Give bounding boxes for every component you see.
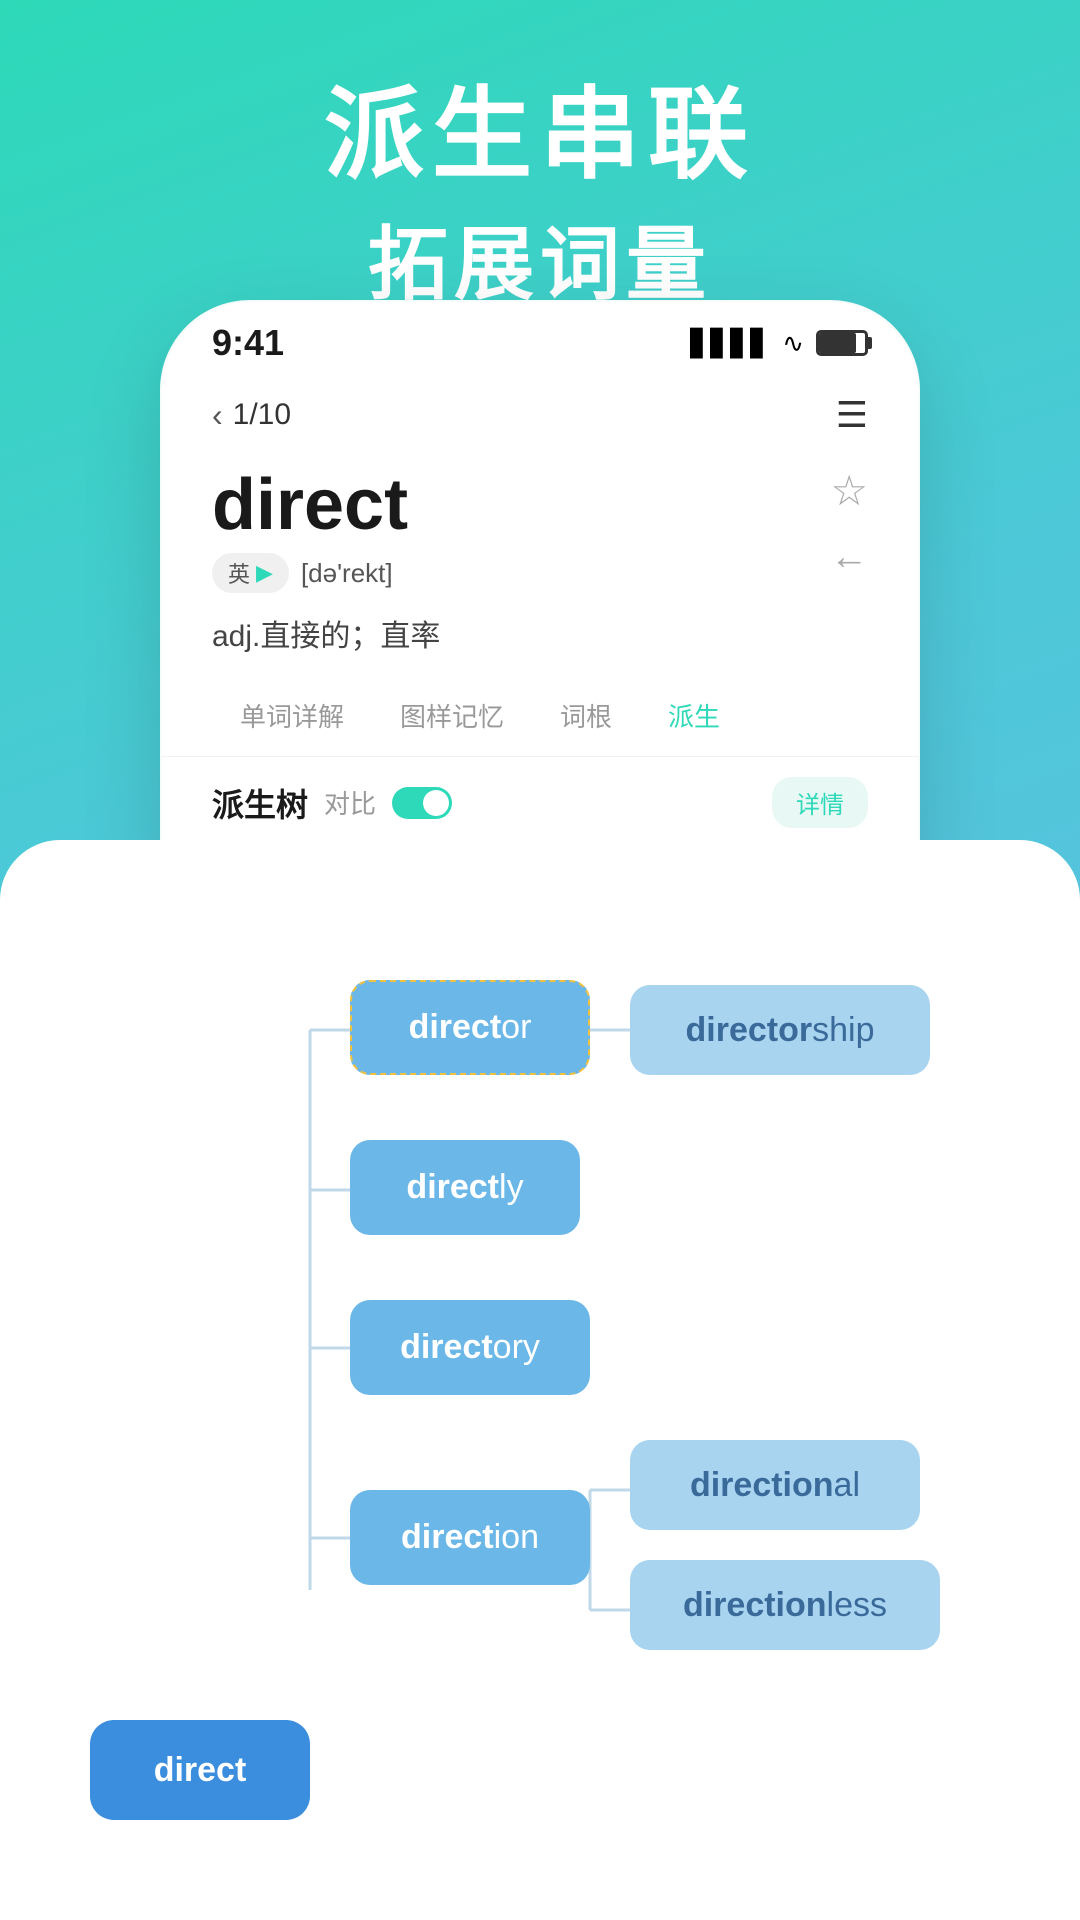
tree-diagram: direct director directorship directly di… <box>60 900 1020 1920</box>
node-directional-text: directional <box>690 1466 860 1505</box>
signal-icon: ▋▋▋▋ <box>690 328 770 359</box>
tabs-row: 单词详解 图样记忆 词根 派生 <box>162 675 918 757</box>
node-directional[interactable]: directional <box>630 1440 920 1530</box>
back-chevron-icon: ‹ <box>212 397 223 434</box>
language-label: 英 <box>228 557 250 589</box>
node-direction-text: direction <box>401 1518 539 1557</box>
status-bar: 9:41 ▋▋▋▋ ∿ <box>162 302 918 374</box>
node-directionless-text: directionless <box>683 1586 887 1625</box>
wifi-icon: ∿ <box>782 328 804 359</box>
node-directly-text: directly <box>406 1168 523 1207</box>
phone-nav: ‹ 1/10 ☰ <box>162 374 918 456</box>
filter-icon[interactable]: ☰ <box>836 394 868 436</box>
tab-word-detail[interactable]: 单词详解 <box>212 685 372 746</box>
header-title-1: 派生串联 <box>0 80 1080 190</box>
phonetic-badge: 英 ▶ <box>212 553 289 593</box>
compare-label: 对比 <box>324 784 376 821</box>
node-directorship[interactable]: directorship <box>630 985 930 1075</box>
tree-section: direct director directorship directly di… <box>0 840 1080 1920</box>
node-directory[interactable]: directory <box>350 1300 590 1395</box>
tab-root[interactable]: 词根 <box>532 685 640 746</box>
word-meaning: adj.直接的；直率 <box>212 611 868 655</box>
sound-icon: ▶ <box>256 560 273 586</box>
tree-header: 派生树 对比 详情 <box>162 757 918 848</box>
battery-icon <box>816 330 868 356</box>
back-button[interactable]: ‹ 1/10 <box>212 397 291 434</box>
tree-title-text: 派生树 <box>212 780 308 826</box>
compare-toggle[interactable] <box>392 787 452 819</box>
detail-button[interactable]: 详情 <box>772 777 868 828</box>
tab-image-memory[interactable]: 图样记忆 <box>372 685 532 746</box>
node-direct-text: direct <box>154 1751 247 1790</box>
star-icon[interactable]: ☆ <box>830 466 868 515</box>
node-direction[interactable]: direction <box>350 1490 590 1585</box>
phonetic-text: [də'rekt] <box>301 558 393 589</box>
word-section: direct 英 ▶ [də'rekt] adj.直接的；直率 ☆ ← <box>162 456 918 675</box>
page-indicator: 1/10 <box>233 398 291 432</box>
node-directionless[interactable]: directionless <box>630 1560 940 1650</box>
node-direct[interactable]: direct <box>90 1720 310 1820</box>
node-director-text: director <box>409 1008 532 1047</box>
node-director[interactable]: director <box>350 980 590 1075</box>
tab-derived[interactable]: 派生 <box>640 685 748 746</box>
tree-title: 派生树 对比 <box>212 780 452 826</box>
node-directly[interactable]: directly <box>350 1140 580 1235</box>
node-directory-text: directory <box>400 1328 540 1367</box>
word-phonetic: 英 ▶ [də'rekt] <box>212 553 868 593</box>
phone-time: 9:41 <box>212 322 284 364</box>
node-directorship-text: directorship <box>686 1011 875 1050</box>
header-title-2: 拓展词量 <box>0 200 1080 316</box>
status-icons: ▋▋▋▋ ∿ <box>690 328 868 359</box>
back-arrow-icon[interactable]: ← <box>830 536 868 579</box>
word-main: direct <box>212 466 868 545</box>
